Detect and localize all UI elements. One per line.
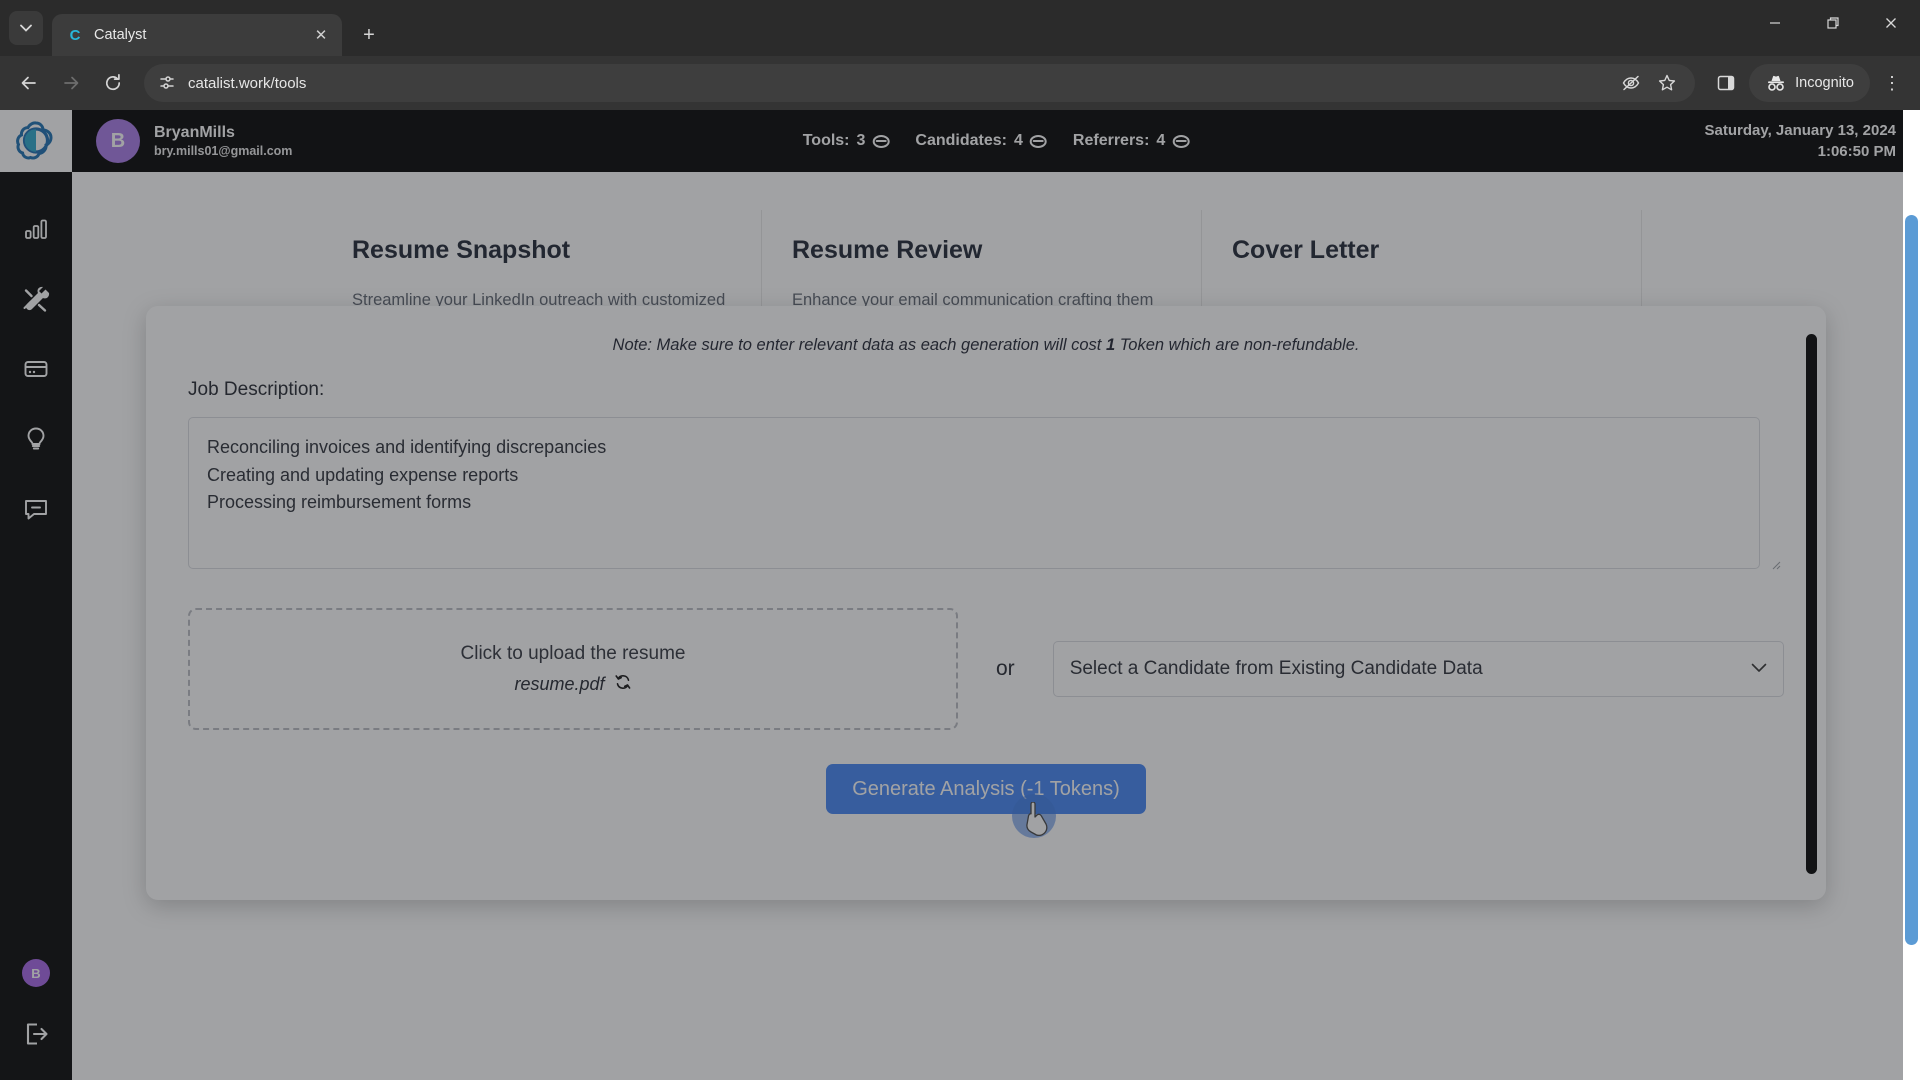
page-settings-icon[interactable] [158, 74, 176, 92]
window-controls [1746, 0, 1920, 46]
forward-arrow-icon [64, 76, 79, 90]
close-icon [1886, 18, 1896, 28]
new-tab-button[interactable]: + [352, 18, 386, 52]
incognito-label: Incognito [1795, 75, 1854, 91]
maximize-icon [1827, 17, 1839, 29]
eye-off-icon[interactable] [1621, 73, 1641, 93]
browser-menu-button[interactable]: ⋮ [1874, 64, 1910, 102]
side-panel-button[interactable] [1707, 64, 1745, 102]
tab-search-area [0, 0, 52, 56]
browser-titlebar: C Catalyst ✕ + [0, 0, 1920, 56]
page-scrollbar[interactable] [1903, 110, 1920, 1080]
favicon-icon: C [69, 26, 81, 44]
page-scrollbar-thumb[interactable] [1905, 215, 1918, 945]
reload-icon [105, 73, 121, 91]
chevron-down-icon [20, 24, 32, 32]
minimize-icon [1770, 22, 1780, 24]
tab-search-button[interactable] [9, 11, 43, 45]
browser-window: C Catalyst ✕ + catalist.work/tools Incog… [0, 0, 1920, 1080]
omnibox-actions [1621, 73, 1681, 93]
browser-toolbar: catalist.work/tools Incognito ⋮ [0, 56, 1920, 110]
window-minimize-button[interactable] [1746, 0, 1804, 46]
modal-overlay[interactable] [0, 110, 1903, 1080]
address-bar-url: catalist.work/tools [188, 74, 307, 92]
tab-title: Catalyst [94, 27, 147, 43]
tab-close-icon[interactable]: ✕ [310, 24, 332, 46]
forward-button[interactable] [52, 64, 90, 102]
window-maximize-button[interactable] [1804, 0, 1862, 46]
back-button[interactable] [10, 64, 48, 102]
address-bar[interactable]: catalist.work/tools [144, 64, 1696, 102]
incognito-icon [1765, 74, 1787, 92]
back-arrow-icon [21, 76, 36, 90]
side-panel-icon [1717, 75, 1735, 91]
window-close-button[interactable] [1862, 0, 1920, 46]
browser-tab-catalyst[interactable]: C Catalyst ✕ [52, 14, 342, 56]
incognito-indicator[interactable]: Incognito [1749, 64, 1870, 102]
bookmark-star-icon[interactable] [1657, 73, 1677, 93]
reload-button[interactable] [94, 64, 132, 102]
page-viewport: B B BryanMills bry.mills01@gmail.com Too… [0, 110, 1920, 1080]
